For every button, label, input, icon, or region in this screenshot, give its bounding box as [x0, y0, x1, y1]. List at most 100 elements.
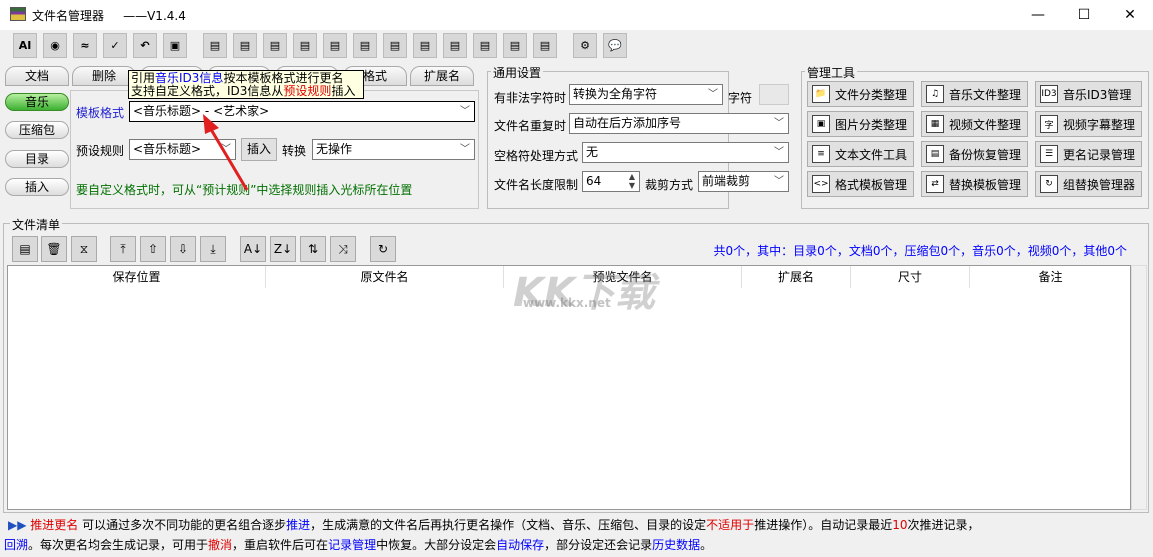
tool-button-6[interactable]: ≡ 文本文件工具: [807, 141, 914, 167]
tool-label: 格式模板管理: [835, 177, 908, 192]
group-title: 管理工具: [805, 64, 858, 81]
tool-button-3[interactable]: ▣ 图片分类整理: [807, 111, 914, 137]
move-down-icon[interactable]: ⇩: [170, 236, 196, 262]
move-top-icon[interactable]: ⤒: [110, 236, 136, 262]
length-label: 文件名长度限制: [494, 178, 579, 192]
save-clock-icon[interactable]: ▣: [163, 33, 187, 58]
tool-button-7[interactable]: ▤ 备份恢复管理: [921, 141, 1028, 167]
tool-button-9[interactable]: <> 格式模板管理: [807, 171, 914, 197]
wave-icon[interactable]: ≈: [73, 33, 97, 58]
subtitle-icon[interactable]: ▤: [353, 33, 377, 58]
id3-icon: ID3: [1040, 85, 1058, 103]
length-stepper[interactable]: 64 ▲ ▼: [582, 171, 640, 192]
chevron-down-icon: ﹀: [774, 176, 784, 187]
tab-1[interactable]: 删除: [72, 66, 136, 86]
check-icon[interactable]: ✓: [103, 33, 127, 58]
file-table[interactable]: 保存位置 原文件名 预览文件名 扩展名 尺寸 备注 KK下载 www.kkx.net: [7, 265, 1132, 510]
folder-icon[interactable]: ▤: [203, 33, 227, 58]
chat-icon[interactable]: 💬: [603, 33, 627, 58]
side-tab-2[interactable]: 目录: [5, 150, 69, 168]
replace-template-icon: ⇄: [926, 175, 944, 193]
column-header[interactable]: 扩展名: [742, 266, 851, 288]
subtitle-icon: 字: [1040, 115, 1058, 133]
tooltip-text: 支持自定义格式，ID3信息从: [131, 84, 284, 98]
tooltip-text: 按本模板格式进行更名: [223, 71, 344, 85]
tool-button-8[interactable]: ☰ 更名记录管理: [1035, 141, 1142, 167]
tool-label: 文本文件工具: [835, 147, 908, 162]
tool-label: 组替换管理器: [1063, 177, 1136, 192]
group-replace-icon[interactable]: ▤: [533, 33, 557, 58]
red-arrow-annotation: [203, 114, 249, 191]
text-file-icon[interactable]: ▤: [383, 33, 407, 58]
template-combo[interactable]: <音乐标题> - <艺术家> ﹀: [129, 101, 475, 122]
gear-icon[interactable]: ⚙: [573, 33, 597, 58]
column-header[interactable]: 尺寸: [851, 266, 970, 288]
management-tools-group: 管理工具 📁 文件分类整理 ♫ 音乐文件整理 ID3 音乐ID3管理 ▣ 图片分类整理 ▦ 视频文…: [801, 64, 1149, 209]
side-tab-0[interactable]: 音乐: [5, 93, 69, 111]
shuffle-icon[interactable]: ⤨: [330, 236, 356, 262]
column-header[interactable]: 保存位置: [8, 266, 266, 288]
tab-0[interactable]: 文档: [5, 66, 69, 86]
maximize-button[interactable]: ☐: [1061, 0, 1107, 30]
column-header[interactable]: 备注: [970, 266, 1132, 288]
tool-button-4[interactable]: ▦ 视频文件整理: [921, 111, 1028, 137]
text-file-icon: ≡: [812, 145, 830, 163]
vertical-scrollbar[interactable]: [1131, 265, 1147, 510]
ai-icon[interactable]: AI: [13, 33, 37, 58]
tool-button-5[interactable]: 字视频字幕整理: [1035, 111, 1142, 137]
dup-combo[interactable]: 自动在后方添加序号 ﹀: [569, 113, 789, 134]
group-replace-icon: ↻: [1040, 175, 1058, 193]
preset-label: 预设规则: [76, 144, 125, 158]
side-tab-3[interactable]: 插入: [5, 178, 69, 196]
tool-button-0[interactable]: 📁 文件分类整理: [807, 81, 914, 107]
convert-combo[interactable]: 无操作 ﹀: [312, 139, 475, 160]
undo-icon[interactable]: ↶: [133, 33, 157, 58]
tab-6[interactable]: 扩展名: [410, 66, 474, 86]
add-files-icon[interactable]: ▤: [12, 236, 38, 262]
move-bottom-icon[interactable]: ⤓: [200, 236, 226, 262]
file-summary: 共0个，其中：目录0个，文档0个，压缩包0个，音乐0个，视频0个，其他0个: [713, 244, 1127, 258]
title-bar: 文件名管理器 ——V1.4.4 — ☐ ✕: [0, 0, 1153, 30]
refresh-icon[interactable]: ↻: [370, 236, 396, 262]
sort-az-icon[interactable]: A↓: [240, 236, 266, 262]
replace-template-icon[interactable]: ▤: [503, 33, 527, 58]
illegal-combo[interactable]: 转换为全角字符 ﹀: [569, 84, 723, 105]
clear-icon[interactable]: ⧖: [71, 236, 97, 262]
trash-icon[interactable]: 🗑: [41, 236, 67, 262]
video-icon[interactable]: ▤: [323, 33, 347, 58]
notepad-icon: ☰: [1040, 145, 1058, 163]
tool-button-10[interactable]: ⇄ 替换模板管理: [921, 171, 1028, 197]
column-header[interactable]: 原文件名: [266, 266, 504, 288]
backup-icon[interactable]: ▤: [413, 33, 437, 58]
sort-za-icon[interactable]: Z↓: [270, 236, 296, 262]
minimize-button[interactable]: —: [1015, 0, 1061, 30]
trim-combo[interactable]: 前端裁剪 ﹀: [698, 171, 789, 192]
side-tab-1[interactable]: 压缩包: [5, 121, 69, 139]
id3-icon[interactable]: ▤: [263, 33, 287, 58]
move-up-icon[interactable]: ⇧: [140, 236, 166, 262]
music-file-icon[interactable]: ▤: [233, 33, 257, 58]
video-icon: ▦: [926, 115, 944, 133]
reverse-icon[interactable]: ⇅: [300, 236, 326, 262]
status-text: ▶▶ 推进更名 可以通过多次不同功能的更名组合逐步推进，生成满意的文件名后再执行…: [4, 518, 980, 552]
format-template-icon[interactable]: ▤: [473, 33, 497, 58]
image-icon[interactable]: ▤: [293, 33, 317, 58]
image-icon: ▣: [812, 115, 830, 133]
space-combo[interactable]: 无 ﹀: [582, 142, 789, 163]
spin-arrows-icon[interactable]: ▲ ▼: [629, 172, 635, 190]
app-title: 文件名管理器 ——V1.4.4: [32, 9, 186, 23]
tool-button-1[interactable]: ♫ 音乐文件整理: [921, 81, 1028, 107]
eye-icon[interactable]: ◉: [43, 33, 67, 58]
char-label: 字符: [728, 91, 753, 105]
close-button[interactable]: ✕: [1107, 0, 1153, 30]
notepad-icon[interactable]: ▤: [443, 33, 467, 58]
tool-button-2[interactable]: ID3 音乐ID3管理: [1035, 81, 1142, 107]
tool-label: 视频字幕整理: [1063, 117, 1136, 132]
chevron-down-icon: ﹀: [774, 118, 784, 129]
illegal-label: 有非法字符时: [494, 91, 567, 105]
char-input[interactable]: [759, 84, 789, 105]
tool-label: 图片分类整理: [835, 117, 908, 132]
tool-button-11[interactable]: ↻ 组替换管理器: [1035, 171, 1142, 197]
convert-label: 转换: [282, 144, 307, 158]
tool-label: 更名记录管理: [1063, 147, 1136, 162]
